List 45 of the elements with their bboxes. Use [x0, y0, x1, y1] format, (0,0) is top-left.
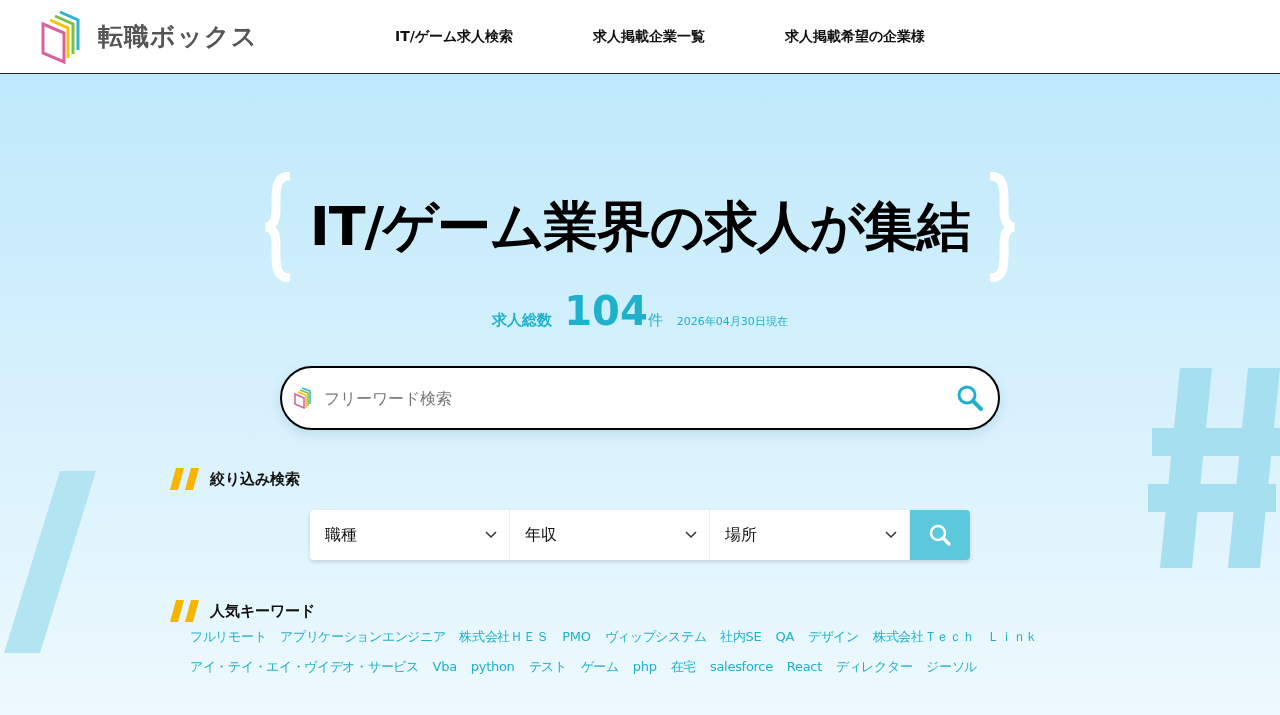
section-heading: 人気キーワード	[210, 601, 315, 621]
keyword-link[interactable]: Vba	[432, 656, 457, 678]
keyword-link[interactable]: 在宅	[670, 656, 696, 678]
nav-link[interactable]: 求人掲載希望の企業様	[784, 27, 925, 46]
count-unit: 件	[647, 311, 663, 330]
keyword-link[interactable]: React	[786, 656, 822, 678]
search-button[interactable]	[910, 510, 970, 560]
as-of-date: 2026年04月30日現在	[676, 314, 788, 329]
chevron-down-icon	[685, 531, 697, 539]
keyword-link[interactable]: salesforce	[710, 656, 773, 678]
keyword-link[interactable]: python	[470, 656, 515, 678]
keyword-link[interactable]: php	[632, 656, 657, 678]
search-input[interactable]: フリーワード検索	[322, 387, 948, 409]
keyword-link[interactable]: PMO	[562, 626, 591, 648]
keyword-link[interactable]: テスト	[528, 656, 567, 678]
keyword-link[interactable]: 株式会社Ｔｅｃｈ Ｌｉｎｋ	[872, 626, 1038, 648]
chevron-down-icon	[485, 531, 497, 539]
section-heading: 絞り込み検索	[210, 469, 300, 489]
keyword-link[interactable]: フルリモート	[190, 626, 267, 648]
chevron-down-icon	[885, 531, 897, 539]
keyword-link[interactable]: アイ・テイ・エイ・ヴイデオ・サービス	[190, 656, 419, 678]
count-label: 求人総数	[492, 311, 553, 330]
search-icon[interactable]	[956, 384, 984, 412]
keyword-link[interactable]: 社内SE	[720, 626, 762, 648]
keyword-link[interactable]: ジーソル	[926, 656, 978, 678]
job-count: 104	[564, 288, 648, 334]
keyword-link[interactable]: ヴィップシステム	[604, 626, 707, 648]
stacked-cards-icon	[294, 387, 314, 409]
search-icon	[928, 523, 952, 547]
nav-link[interactable]: IT/ゲーム求人検索	[395, 27, 513, 46]
keyword-link[interactable]: ディレクター	[836, 656, 913, 678]
logo-text: 転職ボックス	[98, 21, 258, 53]
search-field[interactable]: フリーワード検索	[280, 366, 1000, 430]
keyword-link[interactable]: デザイン	[808, 626, 859, 648]
select-dropdown[interactable]: 職種	[310, 510, 510, 560]
keyword-link[interactable]: QA	[775, 626, 795, 648]
double-slash-icon	[170, 468, 200, 490]
hero-title: IT/ゲーム業界の求人が集結	[309, 193, 971, 260]
double-slash-icon	[170, 600, 200, 622]
keyword-link[interactable]: アプリケーションエンジニア	[280, 626, 446, 648]
keyword-link[interactable]: ゲーム	[580, 656, 619, 678]
nav-link[interactable]: 求人掲載企業一覧	[592, 27, 705, 46]
select-dropdown[interactable]: 年収	[510, 510, 710, 560]
select-dropdown[interactable]: 場所	[710, 510, 910, 560]
keyword-link[interactable]: 株式会社ＨＥＳ	[459, 626, 549, 648]
